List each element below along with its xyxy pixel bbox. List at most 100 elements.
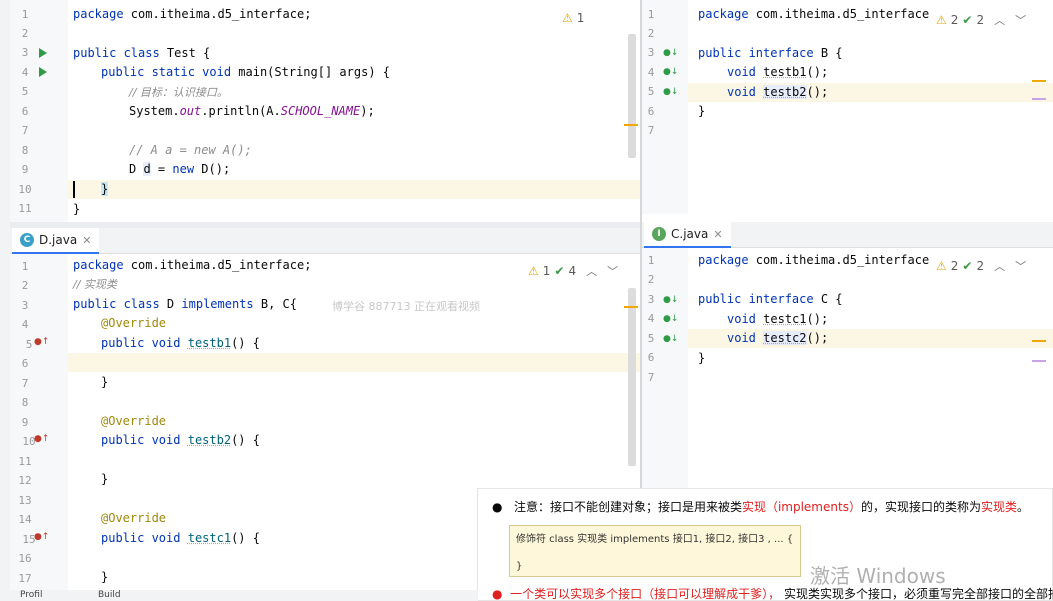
run-main-icon[interactable]	[39, 67, 47, 77]
code-line-10: }	[101, 182, 109, 196]
code-line-3: public class Test {	[73, 46, 211, 60]
chevron-down-icon[interactable]: ﹀	[607, 263, 618, 279]
implements-up-icon[interactable]: ●↑	[34, 532, 49, 544]
syntax-line-1: 修饰符 class 实现类 implements 接口1, 接口2, 接口3 ,…	[516, 534, 794, 545]
implemented-down-icon[interactable]: ●↓	[663, 67, 678, 79]
tab-c-java[interactable]: I C.java ✕	[644, 222, 731, 248]
line-number: 6	[21, 357, 29, 370]
viewer-overlay: 博学谷 887713 正在观看视频	[332, 300, 480, 313]
line-number: 3	[21, 299, 29, 312]
line-number: 4	[21, 318, 29, 331]
line-number: 16	[18, 552, 32, 565]
tool-build[interactable]: Build	[98, 590, 121, 600]
editor-test-java[interactable]: 1 2 3 4 5 6 7 8 9 10 11 package com.ithe…	[10, 0, 640, 222]
chevron-down-icon[interactable]: ﹀	[1015, 258, 1026, 274]
warning-count: 2	[950, 13, 959, 27]
line-number: 1	[21, 8, 29, 21]
scrollbar[interactable]	[628, 288, 636, 466]
activate-windows-watermark: 激活 Windows	[810, 564, 946, 588]
line-number: 17	[18, 572, 32, 585]
syntax-line-2: }	[516, 561, 523, 572]
line-number: 8	[21, 144, 29, 157]
editor-b-java[interactable]: 1 2 3 4 5 6 7 ●↓ ●↓ ●↓ package com.ithei…	[642, 0, 1053, 214]
code-line-9: D d = new D();	[129, 162, 231, 176]
annotation-override: @Override	[101, 316, 167, 330]
implemented-down-icon[interactable]: ●↓	[663, 295, 678, 307]
line-number: 7	[647, 124, 655, 137]
code-line-1: package com.itheima.d5_interface;	[73, 7, 312, 21]
inspection-widget[interactable]: ⚠ 1	[562, 11, 584, 25]
line-number: 2	[647, 273, 655, 286]
check-icon: ✔	[962, 259, 973, 273]
code-line-5: void testb2();	[727, 85, 829, 99]
line-number: 7	[647, 371, 655, 384]
current-line-highlight	[68, 353, 640, 372]
tool-profiler[interactable]: Profil	[20, 590, 42, 600]
inspection-widget[interactable]: ⚠ 2 ✔ 2 ︿ ﹀	[936, 258, 1026, 274]
left-edge-strip	[0, 0, 10, 590]
check-icon: ✔	[962, 13, 973, 27]
line-number: 10	[18, 183, 32, 196]
code-line-1: package com.itheima.d5_interface;	[73, 258, 312, 272]
close-brace: }	[101, 570, 109, 584]
line-number: 13	[18, 494, 32, 507]
implemented-down-icon[interactable]: ●↓	[663, 48, 678, 60]
warning-marker	[1032, 340, 1046, 342]
line-number: 6	[647, 351, 655, 364]
method-testc1: public void testc1() {	[101, 531, 260, 545]
tab-label: C.java	[671, 227, 709, 241]
annotation-override: @Override	[101, 414, 167, 428]
warning-icon: ⚠	[936, 13, 947, 27]
warning-count: 2	[950, 259, 959, 273]
method-testb2: public void testb2() {	[101, 433, 260, 447]
code-line-6: }	[698, 351, 706, 365]
bottom-tool-bar: Profil Build	[0, 590, 478, 601]
close-icon[interactable]: ✕	[82, 234, 91, 247]
warning-count: 1	[576, 11, 585, 25]
current-line-highlight	[68, 180, 640, 199]
chevron-up-icon[interactable]: ︿	[994, 12, 1005, 28]
editor-c-java[interactable]: 1 2 3 4 5 6 7 ●↓ ●↓ ●↓ package com.ithei…	[642, 248, 1053, 488]
implemented-down-icon[interactable]: ●↓	[663, 87, 678, 99]
text-caret	[73, 181, 75, 198]
line-number: 4	[21, 66, 29, 79]
inspection-widget[interactable]: ⚠ 2 ✔ 2 ︿ ﹀	[936, 12, 1026, 28]
line-number: 1	[647, 8, 655, 21]
ok-count: 4	[568, 264, 577, 278]
line-number: 7	[21, 124, 29, 137]
warning-count: 1	[542, 264, 551, 278]
line-number: 14	[18, 513, 32, 526]
tab-strip-right: I C.java ✕	[642, 222, 1053, 248]
code-line-6: System.out.println(A.SCHOOL_NAME);	[129, 104, 375, 118]
scrollbar[interactable]	[628, 34, 636, 158]
note-line: ● 注意：接口不能创建对象；接口是用来被类实现（implements）的，实现接…	[492, 500, 1029, 514]
run-class-icon[interactable]	[39, 48, 47, 58]
chevron-up-icon[interactable]: ︿	[586, 263, 597, 279]
method-testb1: public void testb1() {	[101, 336, 260, 350]
line-number: 9	[21, 163, 29, 176]
code-line-4: void testb1();	[727, 65, 829, 79]
line-number: 2	[21, 279, 29, 292]
bullet-line-2: ● 一个类可以实现多个接口（接口可以理解成干爹）， 实现类实现多个接口，必须重写…	[492, 587, 1053, 601]
warning-marker	[1032, 80, 1046, 82]
code-line-1: package com.itheima.d5_interface	[698, 253, 930, 267]
code-line-3: public class D implements B, C{	[73, 297, 297, 311]
tab-strip-left: C D.java ✕	[10, 228, 640, 254]
implements-up-icon[interactable]: ●↑	[34, 434, 49, 446]
slide-panel: ● 注意：接口不能创建对象；接口是用来被类实现（implements）的，实现接…	[477, 488, 1053, 601]
line-number: 2	[21, 27, 29, 40]
line-number: 11	[18, 202, 32, 215]
chevron-up-icon[interactable]: ︿	[994, 258, 1005, 274]
close-icon[interactable]: ✕	[713, 228, 722, 241]
tab-d-java[interactable]: C D.java ✕	[12, 228, 100, 254]
implements-up-icon[interactable]: ●↑	[34, 337, 49, 349]
chevron-down-icon[interactable]: ﹀	[1015, 12, 1026, 28]
line-number: 6	[647, 105, 655, 118]
implemented-down-icon[interactable]: ●↓	[663, 314, 678, 326]
inspection-widget[interactable]: ⚠ 1 ✔ 4 ︿ ﹀	[528, 263, 618, 279]
line-number: 3	[21, 46, 29, 59]
line-number: 6	[21, 105, 29, 118]
warning-icon: ⚠	[936, 259, 947, 273]
code-line-4: public static void main(String[] args) {	[101, 65, 390, 79]
implemented-down-icon[interactable]: ●↓	[663, 334, 678, 346]
